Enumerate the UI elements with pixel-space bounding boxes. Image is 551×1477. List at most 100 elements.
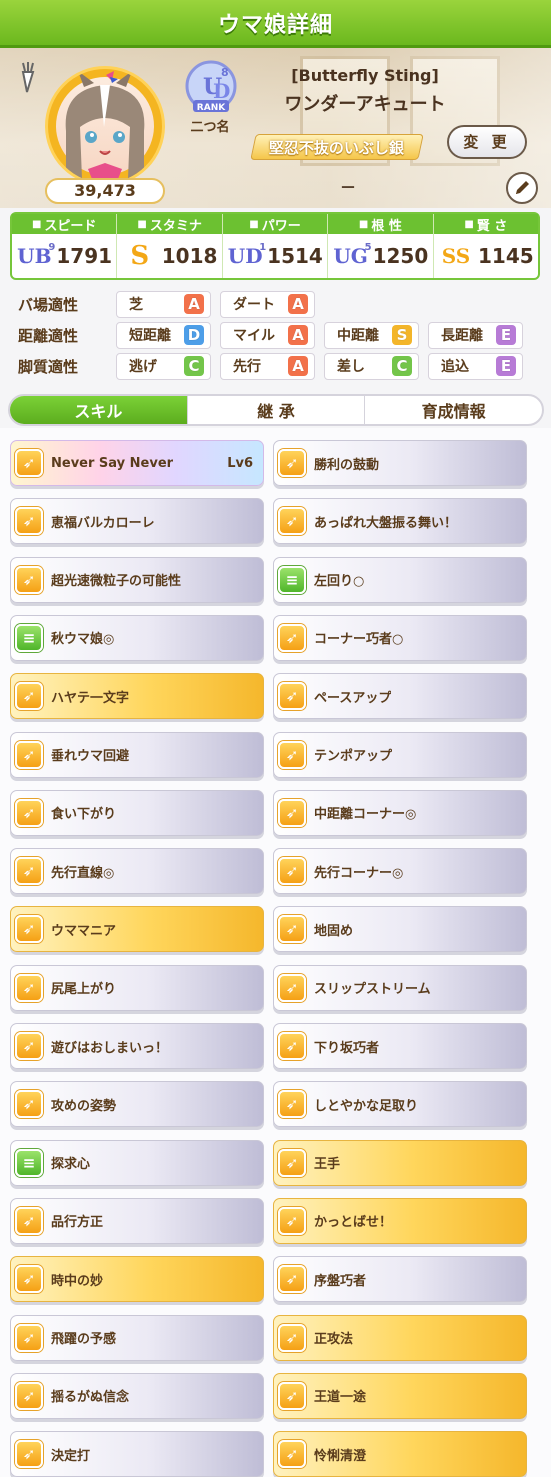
skill-green-icon: ≡ <box>15 623 43 652</box>
rank-badge: U D 8 RANK <box>183 56 239 118</box>
title-plate[interactable]: 堅忍不抜のいぶし銀 <box>250 134 424 160</box>
skill-item[interactable]: ➶ あっぱれ大盤振る舞い！ <box>273 498 527 545</box>
aptitude-row: バ場適性芝 A ダート A <box>18 290 538 318</box>
skill-item[interactable]: ➶ 垂れウマ回避 <box>10 731 264 778</box>
stat-grade-sub: 5 <box>364 242 372 253</box>
skill-item[interactable]: ➶ 序盤巧者 <box>273 1256 527 1303</box>
skill-item[interactable]: ➶ しとやかな足取り <box>273 1081 527 1128</box>
tab-2[interactable]: 育成情報 <box>365 396 542 424</box>
skill-item[interactable]: ≡ 左回り○ <box>273 556 527 603</box>
skill-speed-icon: ➶ <box>15 1206 43 1235</box>
stat-4: ■ 賢 さ SS 1145 <box>433 214 539 278</box>
aptitude-row: 脚質適性 逃げ C 先行 A 差し C 追込 E <box>18 352 538 380</box>
stat-body: UB 9 1791 <box>12 234 116 278</box>
aptitude-name: 追込 <box>441 359 469 375</box>
skill-item[interactable]: ≡ 探求心 <box>10 1139 264 1186</box>
skill-speed-icon: ➶ <box>15 857 43 886</box>
stat-heart-icon: ■ <box>137 218 147 230</box>
stat-grade-badge: S <box>122 238 158 274</box>
rank-label: 二つ名 <box>190 120 230 135</box>
aptitude-grade: C <box>392 356 412 376</box>
skill-speed-icon: ➶ <box>15 1265 43 1294</box>
skill-name: 下り坂巧者 <box>314 1040 380 1056</box>
skill-item[interactable]: ➶ 超光速微粒子の可能性 <box>10 556 264 603</box>
skill-item[interactable]: ➶ 品行方正 <box>10 1197 264 1244</box>
character-name: ワンダーアキュート <box>284 94 446 115</box>
skill-name: 尻尾上がり <box>51 982 117 998</box>
skill-item[interactable]: ➶ 怜悧清澄 <box>273 1431 527 1477</box>
skill-name: 王道一途 <box>314 1390 367 1406</box>
skill-speed-icon: ➶ <box>15 565 43 594</box>
tab-1[interactable]: 継 承 <box>188 396 366 424</box>
stat-grade-sub: 1 <box>259 242 267 253</box>
skill-item[interactable]: ➶ 攻めの姿勢 <box>10 1081 264 1128</box>
skill-item[interactable]: ➶ かっとばせ！ <box>273 1197 527 1244</box>
skill-speed-icon: ➶ <box>278 740 306 769</box>
skill-speed-icon: ➶ <box>15 507 43 536</box>
stat-muscle-icon: ■ <box>249 218 259 230</box>
tab-0[interactable]: スキル <box>10 396 188 424</box>
skill-item[interactable]: ≡ 秋ウマ娘◎ <box>10 614 264 661</box>
skill-speed-icon: ➶ <box>278 973 306 1002</box>
aptitude-2-1: 先行 A <box>220 352 315 380</box>
skill-item[interactable]: ➶ スリップストリーム <box>273 964 527 1011</box>
stat-grade-badge: SS <box>438 238 474 274</box>
aptitude-name: 芝 <box>129 297 143 313</box>
skill-item[interactable]: ➶ ウママニア <box>10 906 264 953</box>
stat-label: 賢 さ <box>476 218 508 234</box>
stat-grad-cap-icon: ■ <box>464 218 474 230</box>
skill-item[interactable]: ➶ 先行コーナー◎ <box>273 848 527 895</box>
skill-name: 王手 <box>314 1157 341 1173</box>
character-header: 39,473 U D 8 RANK 二つ名 [Butterfly Sting] … <box>0 48 551 208</box>
skill-speed-icon: ➶ <box>278 1032 306 1060</box>
skill-speed-icon: ➶ <box>278 798 306 827</box>
skill-name: テンポアップ <box>314 749 393 764</box>
edit-button[interactable] <box>506 172 538 204</box>
skill-item[interactable]: ➶ 飛躍の予感 <box>10 1314 264 1361</box>
skill-speed-icon: ➶ <box>278 682 306 711</box>
aptitude-label: 脚質適性 <box>18 357 79 376</box>
skill-item[interactable]: ➶ 王道一途 <box>273 1372 527 1419</box>
skill-item[interactable]: ➶ 地固め <box>273 906 527 953</box>
skill-item[interactable]: ➶ コーナー巧者○ <box>273 614 527 661</box>
change-button[interactable]: 変 更 <box>447 125 527 159</box>
skill-name: ペースアップ <box>314 690 392 706</box>
skill-item[interactable]: ➶ 揺るがぬ信念 <box>10 1372 264 1419</box>
skill-item[interactable]: ➶ 正攻法 <box>273 1314 527 1361</box>
skill-item[interactable]: ➶ Never Say Never Lv6 <box>10 440 264 486</box>
skill-name: ハヤテ一文字 <box>51 690 130 706</box>
subtitle: － <box>340 178 357 197</box>
stat-grade: UG <box>333 244 368 268</box>
stat-value: 1145 <box>477 244 534 268</box>
skill-item[interactable]: ➶ 中距離コーナー◎ <box>273 789 527 836</box>
aptitude-grade: A <box>288 325 308 345</box>
skill-item[interactable]: ➶ 遊びはおしまいっ！ <box>10 1023 264 1069</box>
tab-bar: スキル継 承育成情報 <box>8 394 544 426</box>
skill-speed-icon: ➶ <box>15 682 43 711</box>
skill-item[interactable]: ➶ テンポアップ <box>273 731 527 778</box>
skill-item[interactable]: ➶ ハヤテ一文字 <box>10 673 264 720</box>
stat-label: 根 性 <box>371 218 402 234</box>
skill-item[interactable]: ➶ 王手 <box>273 1139 527 1186</box>
stat-body: SS 1145 <box>434 234 538 278</box>
skill-item[interactable]: ➶ 勝利の鼓動 <box>273 440 527 486</box>
aptitude-grade: E <box>496 356 516 376</box>
skill-item[interactable]: ➶ 尻尾上がり <box>10 964 264 1011</box>
skill-item[interactable]: ➶ 下り坂巧者 <box>273 1023 527 1069</box>
carrot-icon[interactable] <box>15 60 41 94</box>
skill-item[interactable]: ➶ 恵福バルカローレ <box>10 498 264 545</box>
skill-speed-icon: ➶ <box>278 915 306 944</box>
aptitude-name: 逃げ <box>129 359 157 375</box>
title-bar: ウマ娘詳細 <box>0 0 551 48</box>
skill-item[interactable]: ➶ 先行直線◎ <box>10 848 264 895</box>
character-portrait[interactable] <box>45 66 165 186</box>
skill-item[interactable]: ➶ 決定打 <box>10 1431 264 1477</box>
skill-name: 超光速微粒子の可能性 <box>51 574 182 590</box>
aptitude-label: バ場適性 <box>18 295 79 314</box>
stat-header: ■ スタミナ <box>117 214 222 234</box>
stat-1: ■ スタミナ S 1018 <box>117 214 223 278</box>
skill-item[interactable]: ➶ 時中の妙 <box>10 1256 264 1303</box>
skill-item[interactable]: ➶ 食い下がり <box>10 789 264 836</box>
skill-item[interactable]: ➶ ペースアップ <box>273 673 527 720</box>
skill-name: 時中の妙 <box>51 1273 104 1289</box>
